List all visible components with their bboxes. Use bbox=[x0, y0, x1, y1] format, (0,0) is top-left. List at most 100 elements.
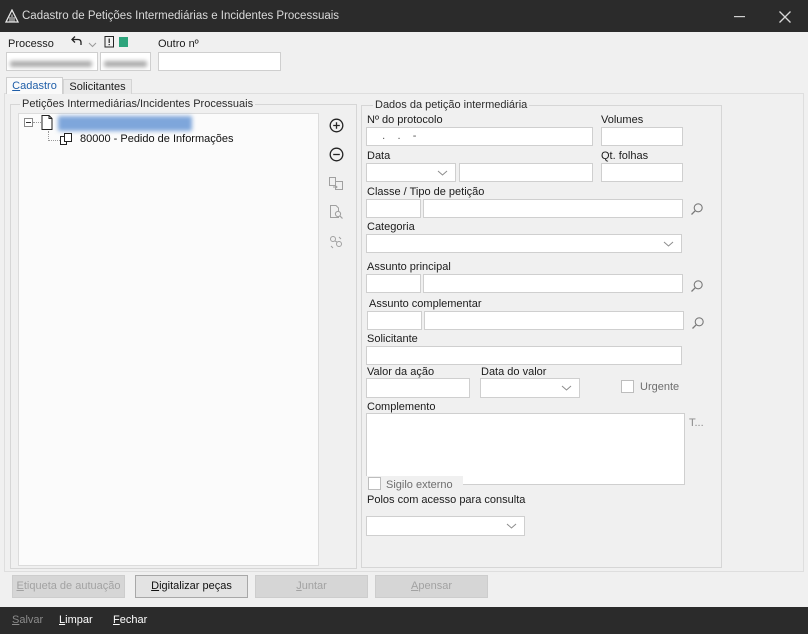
copy-petition-button[interactable] bbox=[327, 174, 345, 192]
assunto-principal-codigo-input[interactable] bbox=[366, 274, 421, 293]
processo-classe-input[interactable] bbox=[6, 52, 98, 71]
tree-collapse-toggle[interactable] bbox=[24, 118, 33, 130]
urgente-label: Urgente bbox=[640, 381, 680, 393]
solicitante-label: Solicitante bbox=[367, 333, 418, 345]
classe-descricao-input[interactable] bbox=[423, 199, 683, 218]
data-extra-input[interactable] bbox=[459, 163, 593, 182]
digitalizar-pecas-label: Digitalizar peças bbox=[151, 580, 232, 592]
tree-connector bbox=[33, 122, 41, 123]
peticoes-tree[interactable]: 80000 - Pedido de Informações bbox=[18, 113, 319, 566]
polos-select[interactable] bbox=[366, 516, 525, 536]
data-date-picker[interactable]: / / bbox=[366, 163, 456, 182]
window-title: Cadastro de Petições Intermediárias e In… bbox=[22, 10, 340, 22]
protocolo-label: Nº do protocolo bbox=[367, 114, 443, 126]
etiqueta-autuacao-label: Etiqueta de autuação bbox=[16, 580, 121, 592]
search-icon bbox=[692, 317, 704, 329]
minimize-icon bbox=[734, 16, 745, 18]
etiqueta-autuacao-button[interactable]: Etiqueta de autuação bbox=[12, 575, 125, 598]
redacted-text bbox=[104, 61, 147, 67]
complemento-text-button[interactable]: T... bbox=[689, 417, 704, 430]
tab-cadastro[interactable]: Cadastro bbox=[6, 77, 63, 94]
tab-cadastro-label: Cadastro bbox=[12, 80, 57, 92]
close-button[interactable] bbox=[778, 10, 792, 24]
assunto-principal-descricao-input[interactable] bbox=[423, 274, 683, 293]
apensar-label: Apensar bbox=[411, 580, 452, 592]
qt-folhas-input[interactable] bbox=[601, 163, 683, 182]
assunto-principal-label: Assunto principal bbox=[367, 261, 451, 273]
fechar-button[interactable]: Fechar bbox=[113, 614, 147, 627]
chevron-down-icon[interactable] bbox=[663, 241, 674, 247]
outro-numero-input[interactable] bbox=[158, 52, 281, 71]
processo-label: Processo bbox=[8, 38, 54, 50]
status-indicator bbox=[119, 37, 128, 47]
assunto-complementar-codigo-input[interactable] bbox=[367, 311, 422, 330]
data-valor-date-picker[interactable]: / / bbox=[480, 378, 580, 398]
footer-bar: Salvar Limpar Fechar bbox=[0, 607, 808, 634]
assunto-principal-search-button[interactable] bbox=[690, 279, 704, 293]
valor-acao-input[interactable] bbox=[366, 378, 470, 398]
search-icon bbox=[691, 203, 703, 215]
volumes-label: Volumes bbox=[601, 114, 644, 126]
link-icon bbox=[330, 236, 342, 249]
assunto-complementar-label: Assunto complementar bbox=[369, 298, 482, 310]
add-circle-icon bbox=[329, 118, 343, 132]
processo-numero-input[interactable] bbox=[100, 52, 151, 71]
tree-connector bbox=[48, 140, 60, 141]
polos-label: Polos com acesso para consulta bbox=[367, 494, 526, 506]
close-icon bbox=[779, 11, 791, 23]
link-petition-button[interactable] bbox=[327, 233, 345, 251]
remove-petition-button[interactable] bbox=[327, 145, 345, 163]
copy-document-icon bbox=[329, 177, 343, 190]
classe-search-button[interactable] bbox=[690, 202, 704, 216]
collapse-icon bbox=[24, 118, 33, 127]
petition-item-icon bbox=[60, 133, 74, 148]
sigilo-externo-row: Sigilo externo bbox=[366, 476, 463, 492]
tab-solicitantes[interactable]: Solicitantes bbox=[63, 79, 132, 94]
chevron-down-icon[interactable] bbox=[506, 523, 517, 529]
digitalizar-pecas-button[interactable]: Digitalizar peças bbox=[135, 575, 248, 598]
solicitante-input[interactable] bbox=[366, 346, 682, 365]
qt-folhas-label: Qt. folhas bbox=[601, 150, 649, 162]
data-label: Data bbox=[367, 150, 391, 162]
remove-circle-icon bbox=[329, 147, 343, 161]
categoria-label: Categoria bbox=[367, 221, 415, 233]
volumes-input[interactable] bbox=[601, 127, 683, 146]
document-icon bbox=[41, 115, 53, 133]
salvar-button[interactable]: Salvar bbox=[12, 614, 43, 627]
outro-numero-label: Outro nº bbox=[158, 38, 199, 50]
classe-codigo-input[interactable] bbox=[366, 199, 421, 218]
tree-child-item[interactable]: 80000 - Pedido de Informações bbox=[80, 133, 234, 146]
apensar-button[interactable]: Apensar bbox=[375, 575, 488, 598]
juntar-button[interactable]: Juntar bbox=[255, 575, 368, 598]
tree-root-item-redacted[interactable] bbox=[58, 116, 192, 131]
assunto-complementar-descricao-input[interactable] bbox=[424, 311, 684, 330]
minimize-button[interactable] bbox=[730, 10, 750, 22]
assunto-complementar-search-button[interactable] bbox=[691, 316, 705, 330]
title-bar: Cadastro de Petições Intermediárias e In… bbox=[0, 0, 808, 32]
document-search-icon bbox=[330, 205, 343, 219]
undo-button[interactable] bbox=[70, 35, 84, 50]
document-info-icon bbox=[104, 36, 114, 48]
dados-peticao-group-title: Dados da petição intermediária bbox=[373, 99, 530, 112]
chevron-down-icon[interactable] bbox=[561, 385, 572, 391]
classe-tipo-label: Classe / Tipo de petição bbox=[367, 186, 485, 198]
juntar-label: Juntar bbox=[296, 580, 327, 592]
categoria-select[interactable] bbox=[366, 234, 682, 253]
limpar-button[interactable]: Limpar bbox=[59, 614, 93, 627]
tab-solicitantes-label: Solicitantes bbox=[69, 81, 126, 93]
complemento-textarea[interactable] bbox=[366, 413, 685, 485]
undo-icon bbox=[71, 36, 82, 45]
peticoes-group-title: Petições Intermediárias/Incidentes Proce… bbox=[20, 98, 256, 111]
urgente-checkbox[interactable] bbox=[621, 380, 634, 393]
process-info-button[interactable] bbox=[104, 36, 115, 51]
protocolo-input[interactable]: . . - bbox=[366, 127, 593, 146]
app-logo-icon bbox=[4, 8, 20, 26]
chevron-down-icon[interactable] bbox=[437, 170, 448, 176]
find-document-button[interactable] bbox=[327, 203, 345, 221]
chevron-down-icon bbox=[88, 42, 97, 48]
add-petition-button[interactable] bbox=[327, 116, 345, 134]
redacted-text bbox=[10, 61, 92, 67]
undo-dropdown-button[interactable] bbox=[88, 39, 97, 51]
sigilo-externo-checkbox[interactable] bbox=[368, 477, 381, 490]
search-icon bbox=[691, 280, 703, 292]
